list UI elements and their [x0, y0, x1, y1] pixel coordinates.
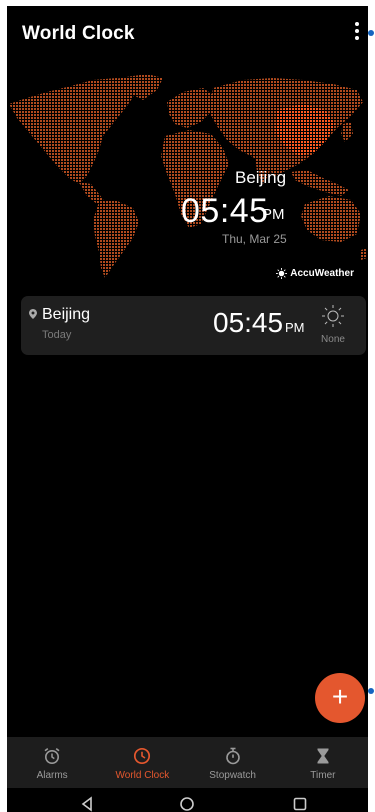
clock-time: 05:45: [213, 307, 284, 338]
clock-ampm: PM: [285, 320, 305, 335]
system-nav-bar: [7, 788, 368, 812]
map-south-america: [93, 200, 139, 278]
world-clock-card[interactable]: Beijing Today 05:45 PM None: [21, 296, 366, 355]
app-screen: World Clock Beijing 05:45 PM Thu, Mar 25…: [7, 6, 368, 812]
bottom-tab-bar: Alarms World Clock Stopwatch Timer: [7, 737, 368, 788]
recents-nav-icon[interactable]: [292, 796, 308, 812]
map-ampm: PM: [262, 206, 285, 223]
edge-indicator-dot: [368, 688, 374, 694]
edge-indicator-dot: [368, 30, 374, 36]
accuweather-logo-icon: [276, 268, 288, 279]
clock-city-name: Beijing: [42, 306, 91, 323]
world-map: Beijing 05:45 PM Thu, Mar 25: [7, 72, 368, 294]
tab-stopwatch-label: Stopwatch: [209, 770, 256, 781]
tab-timer-label: Timer: [310, 770, 336, 781]
clock-day-label: Today: [42, 329, 72, 341]
stopwatch-icon: [225, 747, 240, 765]
home-nav-icon[interactable]: [179, 796, 195, 812]
more-options-icon[interactable]: [350, 20, 364, 42]
tab-world-clock-label: World Clock: [115, 770, 170, 781]
add-city-button[interactable]: +: [315, 673, 365, 723]
map-city-name: Beijing: [235, 168, 287, 187]
map-japan: [341, 122, 353, 142]
hourglass-icon: [317, 748, 329, 764]
map-date: Thu, Mar 25: [222, 232, 287, 246]
map-new-zealand: [361, 248, 367, 260]
tab-world-clock[interactable]: World Clock: [97, 737, 187, 788]
sun-icon: [322, 305, 344, 327]
map-north-america: [9, 78, 135, 184]
map-australia: [301, 196, 361, 242]
location-pin-icon: [29, 309, 37, 319]
tab-timer[interactable]: Timer: [278, 737, 368, 788]
accuweather-attribution[interactable]: AccuWeather: [276, 268, 354, 279]
accuweather-label: AccuWeather: [290, 268, 354, 279]
map-southeast-asia: [291, 170, 349, 196]
back-nav-icon[interactable]: [79, 796, 95, 812]
map-europe: [167, 88, 215, 128]
world-map-dots: [9, 74, 367, 278]
app-header: World Clock: [7, 6, 368, 62]
tab-stopwatch[interactable]: Stopwatch: [188, 737, 278, 788]
map-time: 05:45: [181, 192, 269, 230]
page-title: World Clock: [22, 23, 135, 44]
map-central-america: [79, 182, 105, 204]
clock-icon: [134, 747, 151, 765]
tab-alarms-label: Alarms: [36, 770, 68, 781]
alarm-clock-icon: [44, 747, 60, 764]
tab-alarms[interactable]: Alarms: [7, 737, 97, 788]
weather-status: None: [321, 334, 345, 345]
